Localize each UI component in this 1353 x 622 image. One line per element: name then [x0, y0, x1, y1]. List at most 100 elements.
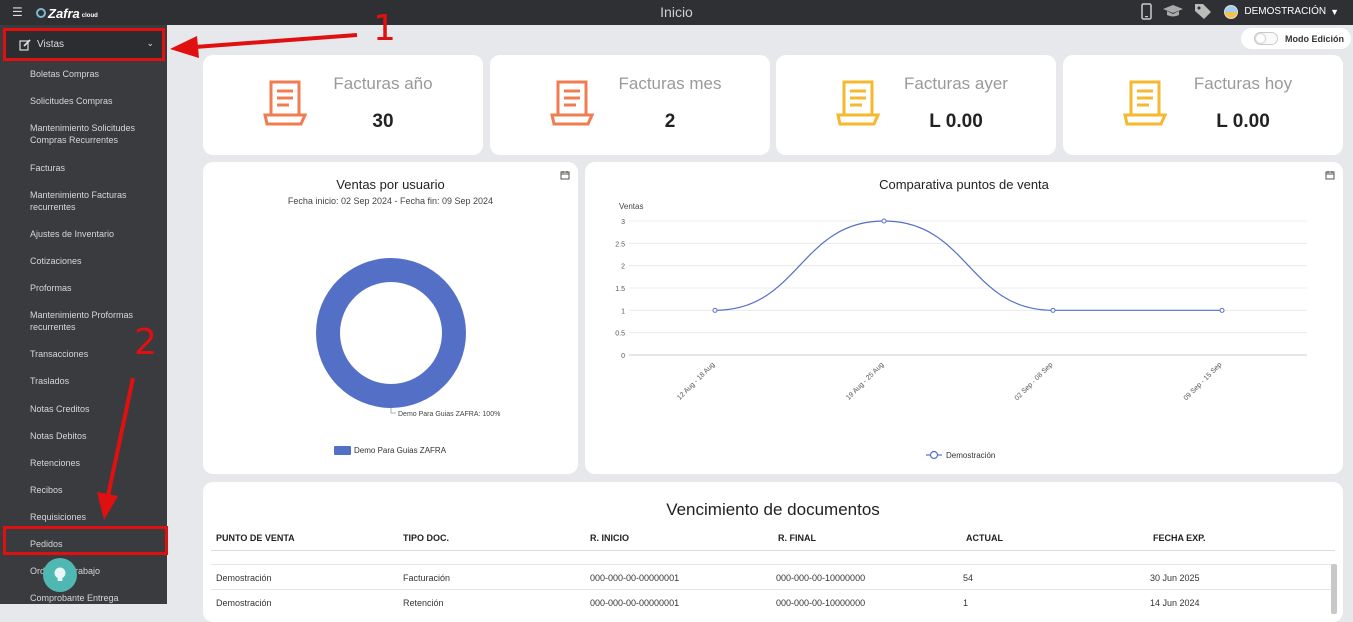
annotation-number-1: 1 — [373, 8, 396, 49]
x-tick-label: 09 Sep - 15 Sep — [1183, 361, 1224, 402]
table-cell: Demostración — [216, 573, 272, 583]
column-header[interactable]: PUNTO DE VENTA — [216, 533, 295, 543]
sidebar-section-label: Vistas — [37, 39, 65, 50]
data-point — [1219, 307, 1225, 313]
slice-label-line — [390, 408, 396, 414]
chevron-down-icon: ⌄ — [146, 38, 154, 48]
sidebar-item-traslados[interactable]: Traslados — [30, 375, 148, 387]
table-cell: Facturación — [403, 573, 451, 583]
legend-marker — [929, 450, 939, 460]
stat-title: Facturas ayer — [904, 74, 1008, 93]
table-cell: 000-000-00-00000001 — [590, 573, 680, 583]
table-cell: 000-000-00-10000000 — [776, 573, 866, 583]
receipt-icon — [263, 80, 307, 126]
x-tick-label: 19 Aug - 25 Aug — [845, 361, 885, 401]
annotation-number-2: 2 — [134, 322, 157, 363]
receipt-icon — [1123, 80, 1167, 126]
column-header[interactable]: FECHA EXP. — [1153, 533, 1206, 543]
sidebar-item-mantenimiento-proformas[interactable]: Mantenimiento Proformas recurrentes — [30, 309, 148, 333]
vencimiento-documentos-panel: Vencimiento de documentos PUNTO DE VENTA… — [203, 482, 1343, 622]
ventas-por-usuario-panel: Ventas por usuario Fecha inicio: 02 Sep … — [203, 162, 578, 474]
lightbulb-icon — [54, 567, 66, 581]
row-divider — [211, 564, 1335, 565]
table-scrollbar[interactable] — [1331, 564, 1337, 614]
mobile-phone-icon[interactable] — [1141, 3, 1153, 20]
stat-title: Facturas hoy — [1193, 74, 1293, 93]
stat-title: Facturas año — [333, 74, 433, 93]
table-cell: 000-000-00-10000000 — [776, 598, 866, 608]
table-cell: Retención — [403, 598, 444, 608]
sidebar-item-notas-debitos[interactable]: Notas Debitos — [30, 430, 148, 442]
sidebar-item-recibos[interactable]: Recibos — [30, 484, 148, 496]
stat-title: Facturas mes — [618, 74, 722, 93]
comparativa-puntos-venta-panel: Comparativa puntos de venta 0 0.5 1 1.5 2 2.5… — [585, 162, 1343, 474]
stat-card-facturas-hoy: Facturas hoy L 0.00 — [1063, 55, 1343, 155]
top-bar: ☰ Zafra cloud Inicio DEMOSTRACIÓN ▼ — [0, 0, 1353, 25]
graduation-cap-icon[interactable] — [1162, 4, 1184, 19]
column-header[interactable]: TIPO DOC. — [403, 533, 449, 543]
sidebar-item-cotizaciones[interactable]: Cotizaciones — [30, 255, 148, 267]
header-divider — [211, 550, 1335, 551]
y-tick-label: 2 — [621, 264, 625, 271]
user-menu-name[interactable]: DEMOSTRACIÓN — [1244, 6, 1326, 17]
sidebar-item-solicitudes-compras[interactable]: Solicitudes Compras — [30, 95, 148, 107]
y-tick-label: 3 — [621, 219, 625, 226]
table-cell: 000-000-00-00000001 — [590, 598, 680, 608]
pedidos-highlight-box — [3, 526, 168, 555]
chevron-down-icon[interactable]: ▼ — [1330, 7, 1339, 17]
receipt-icon — [550, 80, 594, 126]
donut-chart: Demo Para Guias ZAFRA: 100% Demo Para Gui… — [316, 258, 500, 455]
edit-mode-switch[interactable] — [1254, 32, 1278, 45]
y-axis-label: Ventas — [619, 202, 643, 211]
stat-value: L 0.00 — [1216, 111, 1270, 132]
row-divider — [211, 589, 1335, 590]
edit-mode-label: Modo Edición — [1285, 33, 1344, 44]
receipt-icon — [836, 80, 880, 126]
table-cell: 30 Jun 2025 — [1150, 573, 1200, 583]
sidebar-item-transacciones[interactable]: Transacciones — [30, 348, 148, 360]
stat-card-facturas-ano: Facturas año 30 — [203, 55, 483, 155]
sidebar-item-mantenimiento-facturas[interactable]: Mantenimiento Facturas recurrentes — [30, 189, 148, 213]
sidebar-item-mantenimiento-solicitudes[interactable]: Mantenimiento Solicitudes Compras Recurr… — [30, 122, 148, 146]
stat-card-facturas-ayer: Facturas ayer L 0.00 — [776, 55, 1056, 155]
table-title: Vencimiento de documentos — [666, 500, 880, 519]
legend-label: Demo Para Guias ZAFRA — [354, 446, 447, 455]
x-tick-label: 12 Aug - 18 Aug — [676, 361, 716, 401]
slice-label: Demo Para Guias ZAFRA: 100% — [398, 411, 500, 418]
sidebar-item-retenciones[interactable]: Retenciones — [30, 457, 148, 469]
table-cell: 14 Jun 2024 — [1150, 598, 1200, 608]
edit-icon — [19, 38, 31, 51]
table-cell: Demostración — [216, 598, 272, 608]
table-cell: 54 — [963, 573, 974, 583]
sidebar-item-requisiciones[interactable]: Requisiciones — [30, 511, 148, 523]
stat-value: L 0.00 — [929, 111, 983, 132]
user-avatar[interactable] — [1224, 4, 1239, 19]
x-tick-label: 02 Sep - 08 Sep — [1014, 361, 1055, 402]
sidebar-section-vistas[interactable]: Vistas ⌄ — [3, 28, 165, 61]
column-header[interactable]: ACTUAL — [966, 533, 1003, 543]
line-chart: 0 0.5 1 1.5 2 2.5 3 Ventas 12 Aug - 18 Aug 19 Aug… — [615, 202, 1307, 460]
sidebar-item-notas-creditos[interactable]: Notas Creditos — [30, 403, 148, 415]
sidebar-item-boletas-compras[interactable]: Boletas Compras — [30, 68, 148, 80]
data-point — [1050, 307, 1056, 313]
table-cell: 1 — [963, 598, 969, 608]
help-lightbulb-button[interactable] — [43, 558, 77, 592]
y-tick-label: 2.5 — [615, 241, 625, 248]
y-tick-label: 1 — [621, 308, 625, 315]
y-tick-label: 0 — [621, 353, 625, 360]
column-header[interactable]: R. FINAL — [778, 533, 816, 543]
donut-slice — [316, 258, 466, 408]
legend-swatch — [334, 446, 351, 455]
stat-value: 2 — [664, 111, 676, 132]
tags-icon[interactable] — [1194, 3, 1214, 20]
sidebar-item-facturas[interactable]: Facturas — [30, 162, 148, 174]
legend-label: Demostración — [946, 451, 995, 460]
data-point — [881, 218, 887, 224]
edit-mode-toggle[interactable]: Modo Edición — [1241, 28, 1351, 49]
sidebar-item-ajustes-inventario[interactable]: Ajustes de Inventario — [30, 228, 148, 240]
sidebar-item-proformas[interactable]: Proformas — [30, 282, 148, 294]
stat-card-facturas-mes: Facturas mes 2 — [490, 55, 770, 155]
y-tick-label: 0.5 — [615, 331, 625, 338]
column-header[interactable]: R. INICIO — [590, 533, 629, 543]
sidebar-item-comprobante-entrega[interactable]: Comprobante Entrega — [30, 592, 148, 604]
